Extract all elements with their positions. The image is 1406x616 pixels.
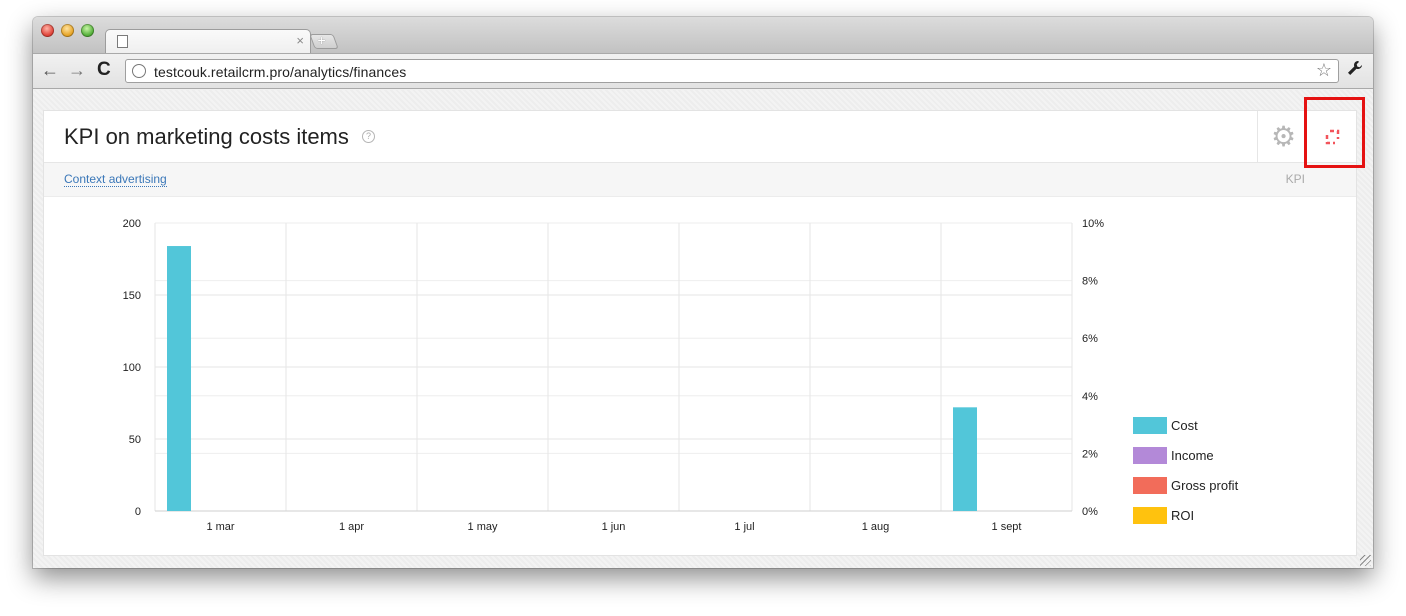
legend-item[interactable]: Income bbox=[1133, 446, 1293, 466]
title-bar: × + bbox=[33, 17, 1373, 53]
page-content: KPI on marketing costs items ? ⚙ Context… bbox=[33, 90, 1373, 568]
y-tick-label-right: 6% bbox=[1082, 333, 1098, 345]
x-tick-label: 1 aug bbox=[862, 521, 890, 533]
widget-filter-bar: Context advertising KPI bbox=[44, 163, 1356, 197]
widget-title: KPI on marketing costs items bbox=[64, 124, 349, 149]
y-tick-label-left: 100 bbox=[123, 362, 141, 374]
kpi-widget: KPI on marketing costs items ? ⚙ Context… bbox=[43, 110, 1357, 556]
settings-button[interactable]: ⚙ bbox=[1257, 111, 1307, 163]
gear-icon: ⚙ bbox=[1271, 121, 1297, 152]
kpi-chart: 0 50 100 150 200 0% 2% 4% 6% 8% 10% 1 mar 1 apr 1 may… bbox=[123, 218, 1105, 533]
x-tick-label: 1 apr bbox=[339, 521, 364, 533]
window-close-button[interactable] bbox=[41, 24, 54, 37]
resize-grip[interactable] bbox=[1360, 555, 1371, 566]
address-bar[interactable]: testcouk.retailcrm.pro/analytics/finance… bbox=[125, 59, 1339, 83]
reload-button[interactable]: C bbox=[97, 60, 111, 80]
legend-label: Income bbox=[1171, 448, 1214, 463]
kpi-label: KPI bbox=[1285, 172, 1305, 186]
x-tick-label: 1 jul bbox=[734, 521, 754, 533]
x-tick-label: 1 may bbox=[468, 521, 498, 533]
x-tick-label: 1 sept bbox=[992, 521, 1022, 533]
legend-item[interactable]: ROI bbox=[1133, 506, 1293, 526]
window-minimize-button[interactable] bbox=[61, 24, 74, 37]
browser-tab[interactable]: × bbox=[105, 29, 311, 53]
bookmark-star-icon[interactable]: ☆ bbox=[1316, 60, 1332, 81]
y-tick-label-left: 200 bbox=[123, 218, 141, 230]
wrench-icon[interactable] bbox=[1347, 60, 1363, 81]
legend-swatch bbox=[1133, 477, 1167, 494]
window-maximize-button[interactable] bbox=[81, 24, 94, 37]
y-tick-label-left: 0 bbox=[135, 506, 141, 518]
legend-label: Gross profit bbox=[1171, 478, 1239, 493]
legend-swatch bbox=[1133, 417, 1167, 434]
widget-header: KPI on marketing costs items ? ⚙ bbox=[44, 111, 1356, 163]
bar-cost bbox=[167, 246, 191, 511]
tab-close-icon[interactable]: × bbox=[296, 33, 304, 48]
y-tick-label-right: 4% bbox=[1082, 391, 1098, 403]
y-tick-label-left: 150 bbox=[123, 290, 141, 302]
y-tick-label-right: 0% bbox=[1082, 506, 1098, 518]
back-button[interactable]: ← bbox=[41, 60, 59, 80]
y-tick-label-right: 2% bbox=[1082, 448, 1098, 460]
browser-window: × + ← → C testcouk.retailcrm.pro/analyti… bbox=[33, 17, 1373, 568]
x-tick-label: 1 mar bbox=[206, 521, 234, 533]
legend-swatch bbox=[1133, 507, 1167, 524]
expand-button[interactable] bbox=[1307, 111, 1358, 163]
x-tick-label: 1 jun bbox=[602, 521, 626, 533]
legend-item[interactable]: Gross profit bbox=[1133, 476, 1293, 496]
url-text[interactable]: testcouk.retailcrm.pro/analytics/finance… bbox=[154, 64, 406, 80]
wrench-icon-svg bbox=[1348, 61, 1362, 75]
y-tick-label-right: 10% bbox=[1082, 218, 1104, 230]
expand-icon bbox=[1325, 129, 1340, 145]
globe-icon bbox=[132, 64, 146, 78]
legend-item[interactable]: Cost bbox=[1133, 416, 1293, 436]
legend-label: Cost bbox=[1171, 418, 1198, 433]
page-icon bbox=[117, 35, 128, 48]
y-tick-label-left: 50 bbox=[129, 434, 141, 446]
forward-button[interactable]: → bbox=[68, 60, 86, 80]
help-icon[interactable]: ? bbox=[362, 130, 375, 143]
browser-toolbar: ← → C testcouk.retailcrm.pro/analytics/f… bbox=[33, 53, 1373, 89]
y-tick-label-right: 8% bbox=[1082, 276, 1098, 288]
plus-icon: + bbox=[317, 32, 326, 48]
bar-cost bbox=[953, 407, 977, 511]
legend-label: ROI bbox=[1171, 508, 1195, 523]
filter-link-context-advertising[interactable]: Context advertising bbox=[64, 172, 167, 187]
legend-swatch bbox=[1133, 447, 1167, 464]
new-tab-button[interactable]: + bbox=[309, 32, 339, 49]
